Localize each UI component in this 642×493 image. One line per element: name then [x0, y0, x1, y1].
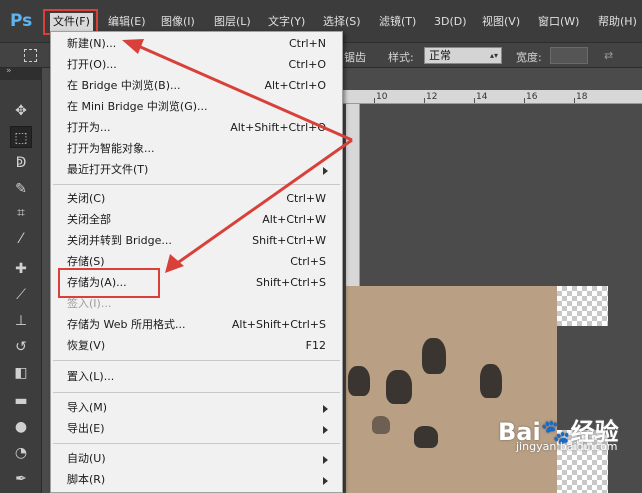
dodge-icon[interactable]: ◔ [10, 442, 32, 464]
submenu-arrow-icon [323, 477, 328, 485]
menu-item-browse-bridge[interactable]: 在 Bridge 中浏览(B)... Alt+Ctrl+O [67, 76, 328, 96]
tools-panel-header[interactable]: » [0, 66, 42, 80]
menu-image[interactable]: 图像(I) [161, 13, 195, 31]
menu-item-revert[interactable]: 恢复(V) F12 [67, 336, 328, 356]
ruler-mark [474, 98, 475, 103]
crop-icon[interactable]: ⌗ [10, 202, 32, 224]
file-menu-dropdown: 新建(N)... Ctrl+N 打开(O)... Ctrl+O 在 Bridge 中… [50, 31, 343, 493]
menu-separator [53, 443, 340, 444]
submenu-arrow-icon [323, 167, 328, 175]
menu-filter[interactable]: 滤镜(T) [379, 13, 416, 31]
menu-window[interactable]: 窗口(W) [538, 13, 579, 31]
lasso-icon[interactable]: ↁ [10, 152, 32, 174]
menu-item-recent-files[interactable]: 最近打开文件(T) [67, 160, 328, 180]
brush-icon[interactable]: ⟋ [10, 284, 32, 306]
ruler-tick: 10 [376, 92, 388, 102]
tools-panel: » ✥ ⬚ ↁ ✎ ⌗ ⁄ ✚ ⟋ ⊥ ↺ ◧ ▬ ● ◔ ✒ [0, 66, 42, 493]
move-icon[interactable]: ✥ [10, 100, 32, 122]
menu-item-scripts[interactable]: 脚本(R) [67, 470, 328, 490]
menu-item-save-for-web[interactable]: 存储为 Web 所用格式... Alt+Shift+Ctrl+S [67, 315, 328, 335]
eyedropper-icon[interactable]: ⁄ [10, 228, 32, 250]
style-label: 样式: [388, 51, 414, 64]
menu-item-new[interactable]: 新建(N)... Ctrl+N [67, 34, 328, 54]
document-canvas-image[interactable] [346, 286, 557, 493]
swap-icon[interactable]: ⇄ [604, 49, 613, 62]
menu-item-place[interactable]: 置入(L)... [67, 367, 328, 387]
style-select[interactable]: 正常 ▴▾ [424, 47, 502, 64]
menu-item-open[interactable]: 打开(O)... Ctrl+O [67, 55, 328, 75]
wildebeest [348, 366, 370, 396]
marquee-icon[interactable]: ⬚ [10, 126, 32, 148]
menu-item-close[interactable]: 关闭(C) Ctrl+W [67, 189, 328, 209]
ruler-tick: 16 [526, 92, 538, 102]
baidu-watermark-url: jingyan.baidu.com [516, 440, 618, 453]
width-input[interactable] [550, 47, 588, 64]
ruler-mark [424, 98, 425, 103]
submenu-arrow-icon [323, 405, 328, 413]
menu-separator [53, 184, 340, 185]
gradient-icon[interactable]: ▬ [10, 390, 32, 412]
quick-select-icon[interactable]: ✎ [10, 178, 32, 200]
width-label: 宽度: [516, 51, 542, 64]
menu-item-open-smart-object[interactable]: 打开为智能对象... [67, 139, 328, 159]
menu-type[interactable]: 文字(Y) [268, 13, 305, 31]
blur-icon[interactable]: ● [10, 416, 32, 438]
eraser-icon[interactable]: ◧ [10, 362, 32, 384]
menu-item-close-all[interactable]: 关闭全部 Alt+Ctrl+W [67, 210, 328, 230]
wildebeest [414, 426, 438, 448]
stamp-icon[interactable]: ⊥ [10, 310, 32, 332]
ruler-horizontal: 10 12 14 16 18 [300, 90, 642, 104]
menu-3d[interactable]: 3D(D) [434, 13, 467, 31]
ruler-tick: 18 [576, 92, 588, 102]
ruler-mark [374, 98, 375, 103]
menu-select[interactable]: 选择(S) [323, 13, 361, 31]
menu-item-import[interactable]: 导入(M) [67, 398, 328, 418]
ruler-mark [574, 98, 575, 103]
antialias-label: 锯齿 [344, 51, 366, 64]
wildebeest [480, 364, 502, 398]
wildebeest [372, 416, 390, 434]
menu-item-close-go-bridge[interactable]: 关闭并转到 Bridge... Shift+Ctrl+W [67, 231, 328, 251]
wildebeest [386, 370, 412, 404]
style-select-value: 正常 [429, 49, 451, 62]
ruler-mark [524, 98, 525, 103]
menu-item-export[interactable]: 导出(E) [67, 419, 328, 439]
photoshop-logo: Ps [10, 11, 33, 31]
menu-item-open-as[interactable]: 打开为... Alt+Shift+Ctrl+O [67, 118, 328, 138]
marquee-preset-icon[interactable] [24, 49, 37, 62]
ruler-tick: 14 [476, 92, 488, 102]
menu-edit[interactable]: 编辑(E) [108, 13, 146, 31]
transparency-checker [557, 286, 608, 326]
menu-layer[interactable]: 图层(L) [214, 13, 251, 31]
submenu-arrow-icon [323, 426, 328, 434]
submenu-arrow-icon [323, 456, 328, 464]
select-arrows-icon: ▴▾ [489, 51, 498, 60]
menu-help[interactable]: 帮助(H) [598, 13, 637, 31]
wildebeest [422, 338, 446, 374]
healing-icon[interactable]: ✚ [10, 258, 32, 280]
collapse-icon[interactable]: » [6, 66, 12, 76]
menu-separator [53, 360, 340, 361]
menu-item-automate[interactable]: 自动(U) [67, 449, 328, 469]
save-as-highlight-box [58, 268, 160, 298]
menu-item-browse-mini-bridge[interactable]: 在 Mini Bridge 中浏览(G)... [67, 97, 328, 117]
pen-icon[interactable]: ✒ [10, 468, 32, 490]
ruler-tick: 12 [426, 92, 438, 102]
menu-view[interactable]: 视图(V) [482, 13, 520, 31]
history-brush-icon[interactable]: ↺ [10, 336, 32, 358]
menu-separator [53, 392, 340, 393]
